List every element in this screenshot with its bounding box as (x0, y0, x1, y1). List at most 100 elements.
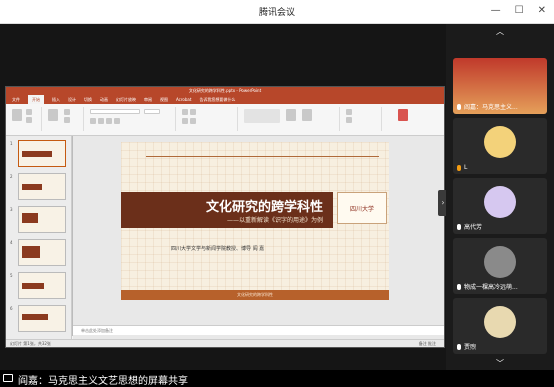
avatar (484, 306, 516, 338)
screen-share-icon (3, 374, 13, 382)
avatar (484, 246, 516, 278)
notes-pane[interactable]: 单击此处添加备注 (73, 325, 444, 335)
bullets-icon[interactable] (182, 109, 188, 115)
slide-editing-canvas: 文化研究的跨学科性 ——以重新解读《识字的用途》为例 四川大学 四川大学文学与新… (73, 136, 444, 341)
ppt-tab-review[interactable]: 审阅 (144, 95, 152, 104)
ppt-tab-design[interactable]: 设计 (68, 95, 76, 104)
scroll-up-icon[interactable]: ︿ (446, 26, 554, 37)
new-slide-icon[interactable] (48, 109, 58, 121)
participant-label: 物成一棵高冷远萌... (457, 282, 518, 291)
reset-icon[interactable] (64, 117, 70, 123)
participant-name: 物成一棵高冷远萌... (464, 284, 518, 291)
mic-icon (457, 223, 461, 230)
participant-tile[interactable]: 贾煦 (453, 298, 547, 354)
participant-label: 阎嘉：马克思主义... (457, 102, 518, 111)
window-titlebar: 腾讯会议 — ☐ ✕ (0, 0, 554, 24)
participant-tile[interactable]: 物成一棵高冷远萌... (453, 238, 547, 294)
quick-styles-icon[interactable] (302, 109, 312, 121)
ppt-tab-file[interactable]: 文件 (12, 95, 20, 104)
font-select[interactable] (90, 109, 140, 114)
ppt-tab-view[interactable]: 视图 (160, 95, 168, 104)
italic-icon[interactable] (98, 118, 104, 124)
pdf-icon[interactable] (398, 109, 408, 121)
mic-icon (457, 283, 461, 290)
slide-thumbnail[interactable]: 4 (10, 239, 66, 266)
minimize-icon[interactable]: — (491, 5, 501, 16)
ppt-statusbar: 幻灯片 第1张，共32张 备注 批注 (6, 339, 444, 347)
ribbon-group-acrobat (384, 107, 424, 131)
slide-thumbnail[interactable]: 3 (10, 206, 66, 233)
ribbon-group-paragraph (178, 107, 238, 131)
slide-number: 5 (10, 273, 13, 278)
slide-footer: 文化研究的跨学科性 (121, 290, 389, 300)
ribbon-group-drawing (240, 107, 340, 131)
slide-title: 文化研究的跨学科性 (205, 200, 323, 215)
scroll-down-icon[interactable]: ﹀ (446, 358, 554, 369)
slide-number: 2 (10, 174, 13, 179)
layout-icon[interactable] (64, 109, 70, 115)
participant-label: 高代芳 (457, 222, 482, 231)
window-title: 腾讯会议 (258, 8, 295, 18)
status-notes-comments[interactable]: 备注 批注 (419, 341, 436, 347)
ppt-tab-slideshow[interactable]: 幻灯片放映 (116, 95, 136, 104)
slide-subtitle: ——以重新解读《识字的用途》为例 (226, 217, 323, 224)
replace-icon[interactable] (346, 117, 352, 123)
align-left-icon[interactable] (182, 118, 188, 124)
mic-icon (457, 103, 461, 110)
align-center-icon[interactable] (190, 118, 196, 124)
share-banner: 阎嘉：马克思主义文艺思想的屏幕共享 (18, 376, 188, 387)
participant-label: L (457, 164, 467, 171)
slide-thumbnail[interactable]: 2 (10, 173, 66, 200)
slide-thumbnail[interactable]: 6 (10, 305, 66, 332)
ribbon-group-editing (342, 107, 382, 131)
ppt-titlebar: 文化研究的跨学科性.pptx - PowerPoint (6, 87, 444, 95)
underline-icon[interactable] (106, 118, 112, 124)
status-slide-count: 幻灯片 第1张，共32张 (10, 341, 51, 346)
ppt-ribbon-tabs: 文件 开始 插入 设计 切换 动画 幻灯片放映 审阅 视图 Acrobat 告诉… (6, 95, 444, 104)
logo-text: 四川大学 (349, 206, 374, 213)
ppt-ribbon (6, 104, 444, 136)
find-icon[interactable] (346, 109, 352, 115)
slide-number: 6 (10, 306, 13, 311)
ppt-tab-insert[interactable]: 插入 (52, 95, 60, 104)
participant-name: 阎嘉：马克思主义... (464, 104, 518, 111)
font-size-select[interactable] (144, 109, 160, 114)
participant-sidebar: ︿ 阎嘉：马克思主义... L 高代芳 物成一棵高冷远萌... 贾煦 ﹀ (446, 24, 554, 370)
ribbon-group-font (86, 107, 176, 131)
ribbon-group-slides (44, 107, 84, 131)
font-color-icon[interactable] (114, 118, 120, 124)
avatar (484, 186, 516, 218)
participant-tile[interactable]: 高代芳 (453, 178, 547, 234)
shapes-gallery[interactable] (244, 109, 280, 123)
slide-top-rule (146, 156, 379, 157)
chevron-right-icon: › (441, 198, 445, 207)
powerpoint-window: 文化研究的跨学科性.pptx - PowerPoint 文件 开始 插入 设计 … (5, 86, 445, 348)
slide-thumbnail[interactable]: 5 (10, 272, 66, 299)
slide-author: 四川大学文学与新闻学院教授、博导 阎 嘉 (171, 246, 265, 252)
slide-title-band: 文化研究的跨学科性 ——以重新解读《识字的用途》为例 (121, 192, 333, 228)
slide-thumbnail-pane: 1 2 3 4 5 6 (6, 136, 72, 341)
participant-name: L (464, 164, 468, 171)
copy-icon[interactable] (26, 117, 32, 123)
ppt-tab-transitions[interactable]: 切换 (84, 95, 92, 104)
participant-tile[interactable]: L (453, 118, 547, 174)
ppt-tab-animations[interactable]: 动画 (100, 95, 108, 104)
slide-thumbnail[interactable]: 1 (10, 140, 66, 167)
paste-icon[interactable] (12, 109, 22, 121)
arrange-icon[interactable] (286, 109, 296, 121)
bold-icon[interactable] (90, 118, 96, 124)
ppt-tab-acrobat[interactable]: Acrobat (176, 95, 191, 104)
numbering-icon[interactable] (190, 109, 196, 115)
cut-icon[interactable] (26, 109, 32, 115)
avatar (484, 126, 516, 158)
ppt-tell-me[interactable]: 告诉我您想要做什么 (199, 95, 235, 104)
participant-tile[interactable]: 阎嘉：马克思主义... (453, 58, 547, 114)
ribbon-group-clipboard (8, 107, 42, 131)
current-slide[interactable]: 文化研究的跨学科性 ——以重新解读《识字的用途》为例 四川大学 四川大学文学与新… (121, 142, 389, 300)
slide-number: 1 (10, 141, 13, 146)
participant-label: 贾煦 (457, 342, 476, 351)
mic-icon (457, 343, 461, 350)
ppt-tab-home[interactable]: 开始 (28, 95, 44, 104)
maximize-icon[interactable]: ☐ (515, 5, 524, 16)
close-icon[interactable]: ✕ (538, 5, 546, 16)
